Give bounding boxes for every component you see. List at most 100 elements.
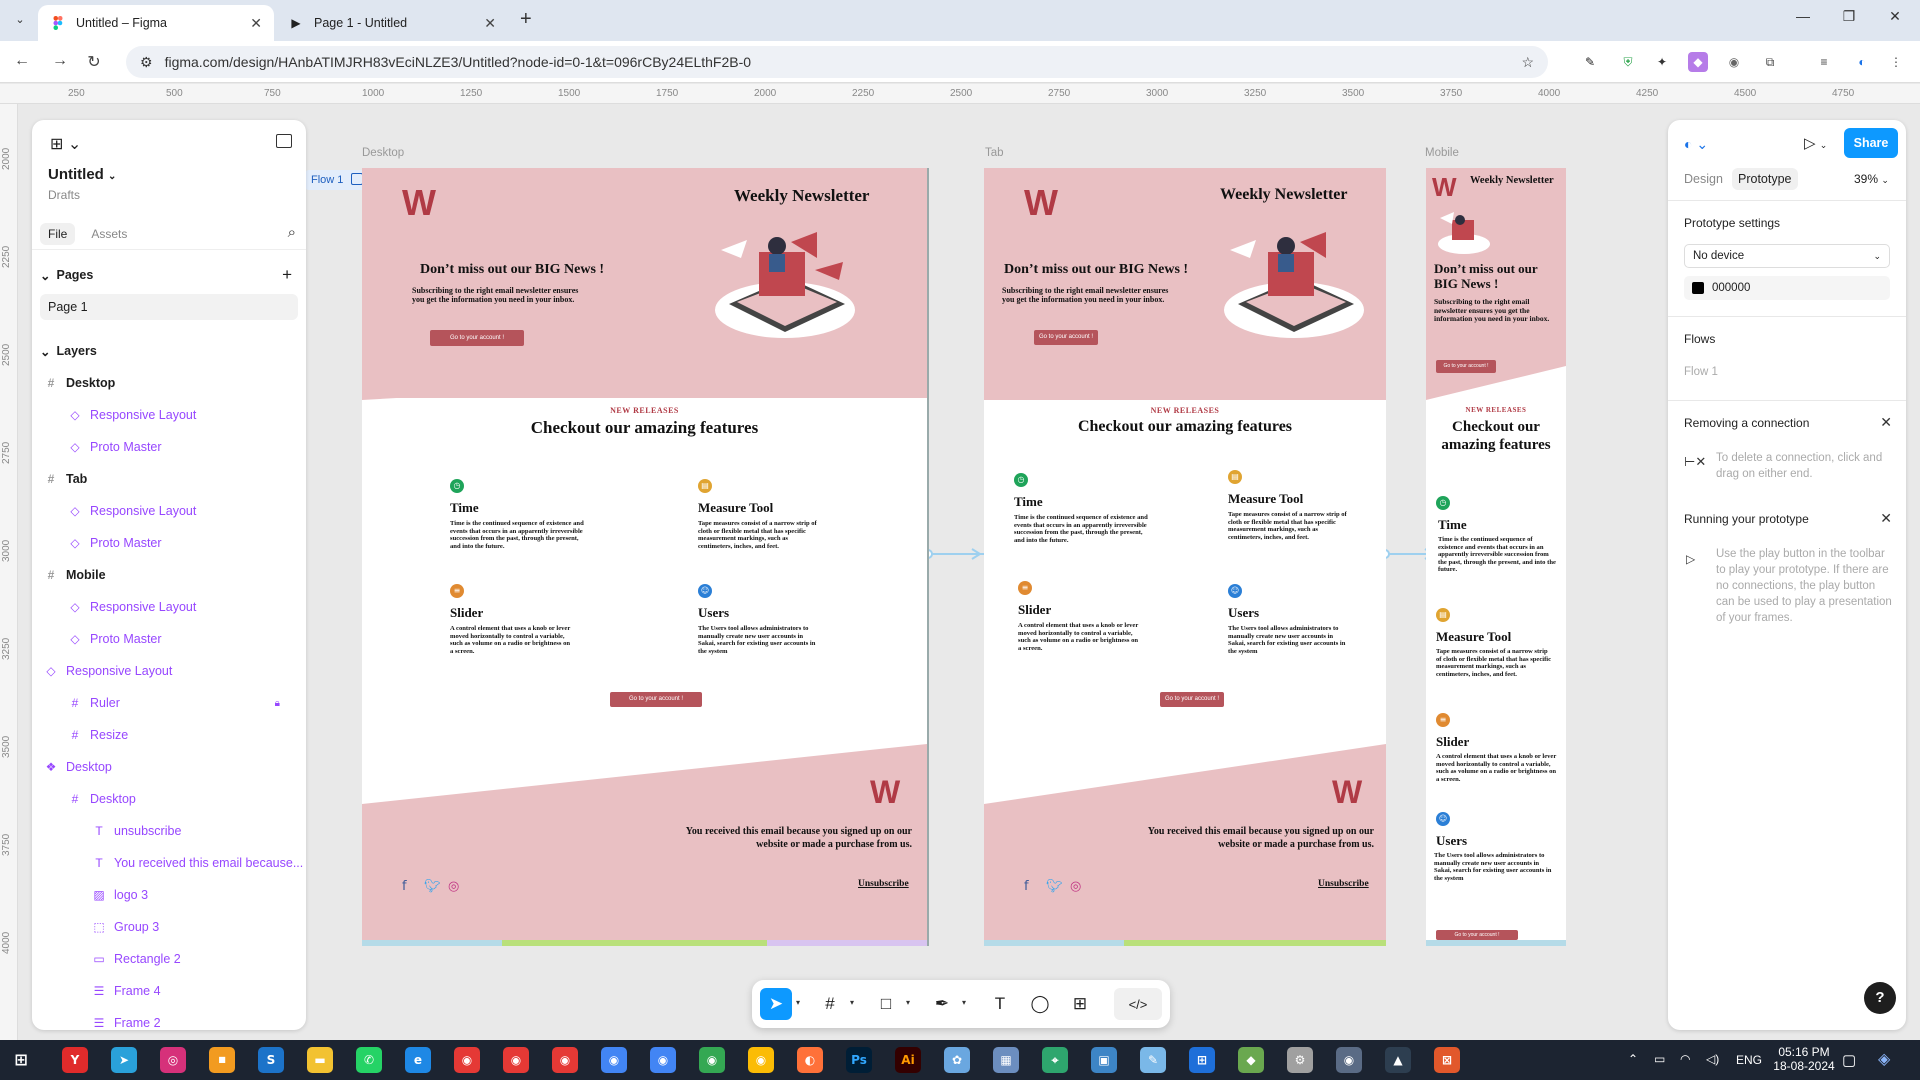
minimize-button[interactable]: —: [1780, 8, 1826, 24]
reading-list-icon[interactable]: ≡: [1814, 52, 1834, 72]
layer-item[interactable]: ◇ Proto Master: [32, 530, 306, 556]
maps-icon[interactable]: ⌖: [1042, 1047, 1068, 1073]
color-swatch[interactable]: [1692, 282, 1704, 294]
skype-icon[interactable]: S: [258, 1047, 284, 1073]
color-ext-icon[interactable]: ◆: [1688, 52, 1708, 72]
frame-label-desktop[interactable]: Desktop: [362, 147, 404, 159]
tab-search-dropdown-icon[interactable]: ⌄: [10, 10, 30, 30]
close-icon[interactable]: ✕: [1880, 414, 1892, 431]
app-icon[interactable]: ◆: [1238, 1047, 1264, 1073]
layer-item[interactable]: ◇ Responsive Layout: [32, 658, 306, 684]
clock[interactable]: 05:16 PM 18-08-2024: [1768, 1045, 1840, 1073]
instagram-icon[interactable]: ◎: [160, 1047, 186, 1073]
layer-item[interactable]: # Resize: [32, 722, 306, 748]
photoshop-icon[interactable]: Ps: [846, 1047, 872, 1073]
layer-item[interactable]: # Desktop: [32, 786, 306, 812]
windows-start-icon[interactable]: ⊞: [8, 1047, 34, 1073]
lock-icon[interactable]: 🔒︎: [275, 698, 280, 709]
facebook-icon[interactable]: f: [402, 879, 407, 894]
layer-item[interactable]: ▨ logo 3: [32, 882, 306, 908]
app-icon[interactable]: Y: [62, 1047, 88, 1073]
telegram-icon[interactable]: ➤: [111, 1047, 137, 1073]
camera-ext-icon[interactable]: ◉: [1724, 52, 1744, 72]
illustrator-icon[interactable]: Ai: [895, 1047, 921, 1073]
search-icon[interactable]: ⌕: [288, 224, 296, 241]
unsubscribe-link[interactable]: Unsubscribe: [858, 879, 909, 889]
firefox-icon[interactable]: ◐: [797, 1047, 823, 1073]
zoom-dropdown[interactable]: 39% ⌄: [1854, 172, 1889, 186]
app-icon[interactable]: ✿: [944, 1047, 970, 1073]
chevron-down-icon[interactable]: ▾: [906, 998, 910, 1007]
app-icon[interactable]: ⚙: [1287, 1047, 1313, 1073]
help-button[interactable]: ?: [1864, 982, 1896, 1014]
cta-button[interactable]: Go to your account !: [1034, 330, 1098, 345]
app-icon[interactable]: ▲: [1385, 1047, 1411, 1073]
chrome-icon[interactable]: ◉: [503, 1047, 529, 1073]
close-icon[interactable]: ✕: [484, 15, 496, 32]
cta-button[interactable]: Go to your account !: [610, 692, 702, 707]
layer-item[interactable]: ◇ Proto Master: [32, 434, 306, 460]
chrome-icon[interactable]: ◉: [650, 1047, 676, 1073]
frame-label-tab[interactable]: Tab: [985, 147, 1004, 159]
layer-item[interactable]: # Ruler 🔒︎: [32, 690, 306, 716]
bookmark-star-icon[interactable]: ☆: [1521, 54, 1534, 71]
close-icon[interactable]: ✕: [250, 15, 262, 32]
chevron-down-icon[interactable]: ▾: [962, 998, 966, 1007]
layer-item[interactable]: # Desktop: [32, 370, 306, 396]
forward-icon[interactable]: →: [50, 52, 70, 70]
layer-item[interactable]: ◇ Responsive Layout: [32, 594, 306, 620]
tab-file[interactable]: File: [40, 222, 76, 245]
instagram-icon[interactable]: ◎: [1070, 879, 1081, 894]
layer-item[interactable]: ◇ Responsive Layout: [32, 402, 306, 428]
folder-icon[interactable]: ▬: [307, 1047, 333, 1073]
app-icon[interactable]: ■: [209, 1047, 235, 1073]
app-icon[interactable]: ▣: [1091, 1047, 1117, 1073]
layer-item[interactable]: ⬚ Group 3: [32, 914, 306, 940]
page-item[interactable]: Page 1: [40, 294, 298, 320]
layer-item[interactable]: ▭ Rectangle 2: [32, 946, 306, 972]
actions-tool-icon[interactable]: ⊞: [1064, 988, 1096, 1020]
chrome-icon[interactable]: ◉: [699, 1047, 725, 1073]
browser-tab-page1[interactable]: ▶ Page 1 - Untitled ✕: [276, 5, 508, 41]
mobile-frame[interactable]: W Weekly Newsletter Don’t miss out our B…: [1426, 168, 1566, 946]
profile-icon[interactable]: ◐: [1852, 52, 1872, 72]
layer-item[interactable]: T You received this email because...: [32, 850, 306, 876]
twitter-icon[interactable]: 🐦︎: [1046, 879, 1063, 894]
store-icon[interactable]: ⊞: [1189, 1047, 1215, 1073]
layer-item[interactable]: # Tab: [32, 466, 306, 492]
browser-tab-figma[interactable]: Untitled – Figma ✕: [38, 5, 274, 41]
chrome-icon[interactable]: ◉: [552, 1047, 578, 1073]
layer-item[interactable]: ☰ Frame 4: [32, 978, 306, 1004]
more-menu-icon[interactable]: ⋮: [1886, 52, 1906, 72]
move-tool-icon[interactable]: ➤: [760, 988, 792, 1020]
cta-button[interactable]: Go to your account !: [1160, 692, 1224, 707]
layer-item[interactable]: ◇ Responsive Layout: [32, 498, 306, 524]
volume-icon[interactable]: ◁): [1706, 1052, 1719, 1066]
share-button[interactable]: Share: [1844, 128, 1898, 158]
rectangle-tool-icon[interactable]: □: [870, 988, 902, 1020]
device-select[interactable]: No device ⌄: [1684, 244, 1890, 268]
dev-mode-icon[interactable]: </>: [1114, 988, 1162, 1020]
pen-tool-icon[interactable]: ✒: [926, 988, 958, 1020]
add-page-icon[interactable]: +: [282, 265, 292, 285]
notifications-icon[interactable]: ▢: [1842, 1051, 1856, 1069]
present-play-icon[interactable]: ▷ ⌄: [1804, 134, 1827, 152]
layers-section[interactable]: ⌄ Layers: [32, 338, 306, 364]
instagram-icon[interactable]: ◎: [448, 879, 459, 894]
comment-tool-icon[interactable]: ◯: [1024, 988, 1056, 1020]
restore-button[interactable]: ❐: [1826, 8, 1872, 25]
layer-item[interactable]: ☰ Frame 2: [32, 1010, 306, 1030]
cta-button[interactable]: Go to your account !: [1436, 360, 1496, 373]
eyedropper-ext-icon[interactable]: ✎: [1580, 52, 1600, 72]
notepad-icon[interactable]: ✎: [1140, 1047, 1166, 1073]
extension-icon[interactable]: ✦: [1652, 52, 1672, 72]
shield-ext-icon[interactable]: ⛨: [1618, 52, 1638, 72]
site-info-icon[interactable]: ⚙: [140, 54, 153, 71]
cta-button[interactable]: Go to your account !: [1436, 930, 1518, 940]
camera-icon[interactable]: ◉: [1336, 1047, 1362, 1073]
tab-prototype[interactable]: Prototype: [1732, 168, 1798, 190]
close-window-button[interactable]: ✕: [1872, 8, 1918, 25]
calculator-icon[interactable]: ▦: [993, 1047, 1019, 1073]
chrome-icon[interactable]: ◉: [601, 1047, 627, 1073]
chrome-icon[interactable]: ◉: [454, 1047, 480, 1073]
